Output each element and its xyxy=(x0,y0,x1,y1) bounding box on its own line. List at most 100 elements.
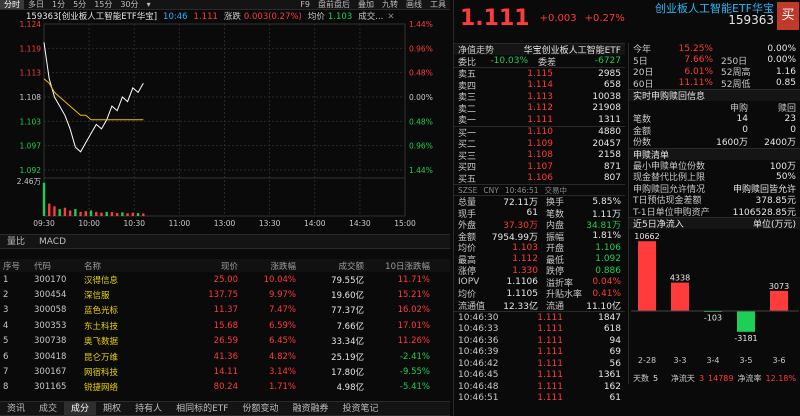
cell-name: 蓝色光标 xyxy=(84,306,119,317)
tab-options[interactable]: 期权 xyxy=(96,402,128,415)
x-tick: 09:30 xyxy=(33,219,55,228)
sell-level-volume: 2985 xyxy=(598,68,621,79)
tick-volume: 69 xyxy=(609,347,621,358)
sell-level[interactable]: 卖一 1.111 1311 xyxy=(454,114,625,126)
perf-value: 15.25% xyxy=(678,43,713,54)
stat-label: 跌停 xyxy=(546,267,565,277)
inflow-net-total: 14789 xyxy=(708,373,734,383)
tab-volume-ratio[interactable]: 量比 xyxy=(0,235,32,248)
tick-price: 1.111 xyxy=(537,381,563,392)
buy-level[interactable]: 买五 1.106 807 xyxy=(454,173,625,184)
cell-10d-change: 15.21% xyxy=(397,290,430,301)
tab-news[interactable]: 资讯 xyxy=(0,402,32,415)
stats-grid: 总量 72.11万 换手 5.85% 现手 61 笔数 1.11万 外盘 37.30万 内盘 34.8… xyxy=(454,195,625,311)
table-row[interactable]: 2 300454 深信服 137.75 9.97% 19.60亿 15.21% xyxy=(0,287,450,302)
stat-label: 流通 xyxy=(546,301,565,311)
stat-label: 现手 xyxy=(458,209,477,219)
period-tab-5m[interactable]: 5分 xyxy=(69,0,90,9)
cell-10d-change: 16.02% xyxy=(397,305,430,316)
chevron-down-icon[interactable]: ▾ xyxy=(143,0,155,9)
y-tick-left: 1.092 xyxy=(20,166,42,175)
perf-row: 今年 15.25% 0.00% xyxy=(629,43,800,55)
sell-level-label: 卖四 xyxy=(458,81,477,91)
cell-amount: 7.66亿 xyxy=(336,321,364,332)
cell-change: 6.45% xyxy=(268,336,296,347)
volume-bar xyxy=(95,211,98,216)
volume-bar xyxy=(115,212,119,216)
volume-bar xyxy=(126,213,129,216)
tab-share-change[interactable]: 份额变动 xyxy=(235,402,285,415)
market-currency: CNY xyxy=(483,185,499,195)
overlay-button[interactable]: 叠加 xyxy=(354,0,378,9)
premarket-button[interactable]: 盘前盘后 xyxy=(314,0,354,9)
table-row[interactable]: 5 300738 奥飞数据 26.59 6.45% 33.34亿 11.26% xyxy=(0,334,450,349)
sell-level-price: 1.111 xyxy=(527,114,553,125)
table-row[interactable]: 4 300353 东土科技 15.68 6.59% 7.66亿 17.01% xyxy=(0,318,450,333)
buy-level[interactable]: 买四 1.107 871 xyxy=(454,161,625,173)
y-tick-right: 0.48% xyxy=(409,69,433,78)
buy-button[interactable]: 买 xyxy=(777,2,799,30)
stats-row: 均价 1.1105 升贴水率 0.41% xyxy=(454,288,625,300)
period-tab-30m[interactable]: 30分 xyxy=(116,0,142,9)
draw-line-button[interactable]: 画线 xyxy=(402,0,426,9)
col-10d-change[interactable]: 10日涨跌幅 xyxy=(364,260,450,272)
sell-level[interactable]: 卖四 1.114 658 xyxy=(454,80,625,91)
table-row[interactable]: 6 300418 昆仑万维 41.36 4.82% 25.19亿 -2.41% xyxy=(0,349,450,364)
buy-level[interactable]: 买三 1.108 2158 xyxy=(454,150,625,161)
cell-name: 奥飞数据 xyxy=(84,337,119,348)
tab-same-etf[interactable]: 相同标的ETF xyxy=(169,402,235,415)
period-tab-intraday[interactable]: 分时 xyxy=(0,0,24,9)
cell-code: 300738 xyxy=(34,336,67,347)
margin-label: 申购赎回允许情况 xyxy=(633,184,706,194)
buy-level[interactable]: 买二 1.109 20457 xyxy=(454,138,625,150)
nav-row[interactable]: 净值走势 华宝创业板人工智能ETF xyxy=(454,43,625,55)
buy-level-volume: 807 xyxy=(603,173,621,184)
volume-bar xyxy=(58,209,61,216)
creation-red: 2400万 xyxy=(764,138,796,148)
buy-level[interactable]: 买一 1.110 4880 xyxy=(454,127,625,138)
period-tab-15m[interactable]: 15分 xyxy=(90,0,116,9)
margin-value: 申购赎回皆允许 xyxy=(732,184,796,194)
tab-holders[interactable]: 持有人 xyxy=(128,402,169,415)
inflow-value-label: 4338 xyxy=(670,274,690,283)
tick-time: 10:46:45 xyxy=(458,370,499,381)
col-code[interactable]: 代码 xyxy=(34,260,84,272)
tab-notes[interactable]: 投资笔记 xyxy=(335,402,385,415)
stat-label: 最低 xyxy=(546,255,565,265)
stat-label: 升贴水率 xyxy=(546,290,583,300)
table-row[interactable]: 3 300058 蓝色光标 11.37 7.47% 77.37亿 16.02% xyxy=(0,303,450,318)
stat-value: 7954.99万 xyxy=(491,232,538,242)
table-row[interactable]: 1 300170 汉得信息 25.00 10.04% 79.55亿 11.71% xyxy=(0,272,450,287)
volume-bar xyxy=(89,210,93,216)
margin-row: T日预估现金差额 378.85元 xyxy=(629,194,800,206)
margin-value: 378.85元 xyxy=(755,196,797,206)
col-amount[interactable]: 成交额 xyxy=(296,260,364,272)
creation-col-sub: 申购 xyxy=(729,103,748,114)
period-tab-1m[interactable]: 1分 xyxy=(48,0,69,9)
col-name[interactable]: 名称 xyxy=(84,260,144,272)
nine-turn-button[interactable]: 九转 xyxy=(378,0,402,9)
y-tick-right: 0.96% xyxy=(409,44,433,53)
perf-label2: 52周低 xyxy=(721,79,751,89)
cell-price: 41.36 xyxy=(213,351,238,362)
stat-value: 1.106 xyxy=(595,242,621,253)
sell-level[interactable]: 卖二 1.112 21908 xyxy=(454,103,625,114)
table-row[interactable]: 7 300167 网宿科技 14.11 3.14% 17.80亿 -9.55% xyxy=(0,364,450,379)
col-change[interactable]: 涨跌幅 xyxy=(238,260,296,272)
sell-level[interactable]: 卖五 1.115 2985 xyxy=(454,68,625,80)
f9-button[interactable]: F9 xyxy=(296,0,314,9)
tick-row: 10:46:48 1.111 162 xyxy=(454,381,625,393)
tick-volume: 1361 xyxy=(598,370,621,381)
col-index[interactable]: 序号 xyxy=(0,260,34,272)
tab-trades[interactable]: 成交 xyxy=(32,402,64,415)
col-price[interactable]: 现价 xyxy=(144,260,238,272)
tab-constituents[interactable]: 成分 xyxy=(64,402,97,415)
table-row[interactable]: 8 301165 锐捷网络 80.24 1.71% 4.98亿 -5.41% xyxy=(0,380,450,395)
intraday-chart[interactable]: 1.124 1.119 1.113 1.108 1.103 1.097 1.092 1.44%… xyxy=(0,20,450,234)
tools-button[interactable]: 工具 xyxy=(426,0,450,9)
tab-margin[interactable]: 融资融券 xyxy=(285,402,335,415)
tab-macd[interactable]: MACD xyxy=(32,235,73,248)
sell-level[interactable]: 卖三 1.113 10038 xyxy=(454,91,625,103)
period-tab-multiday[interactable]: 多日 xyxy=(24,0,48,9)
market-line: SZSE CNY 10:46:51 交易中 xyxy=(454,184,625,195)
